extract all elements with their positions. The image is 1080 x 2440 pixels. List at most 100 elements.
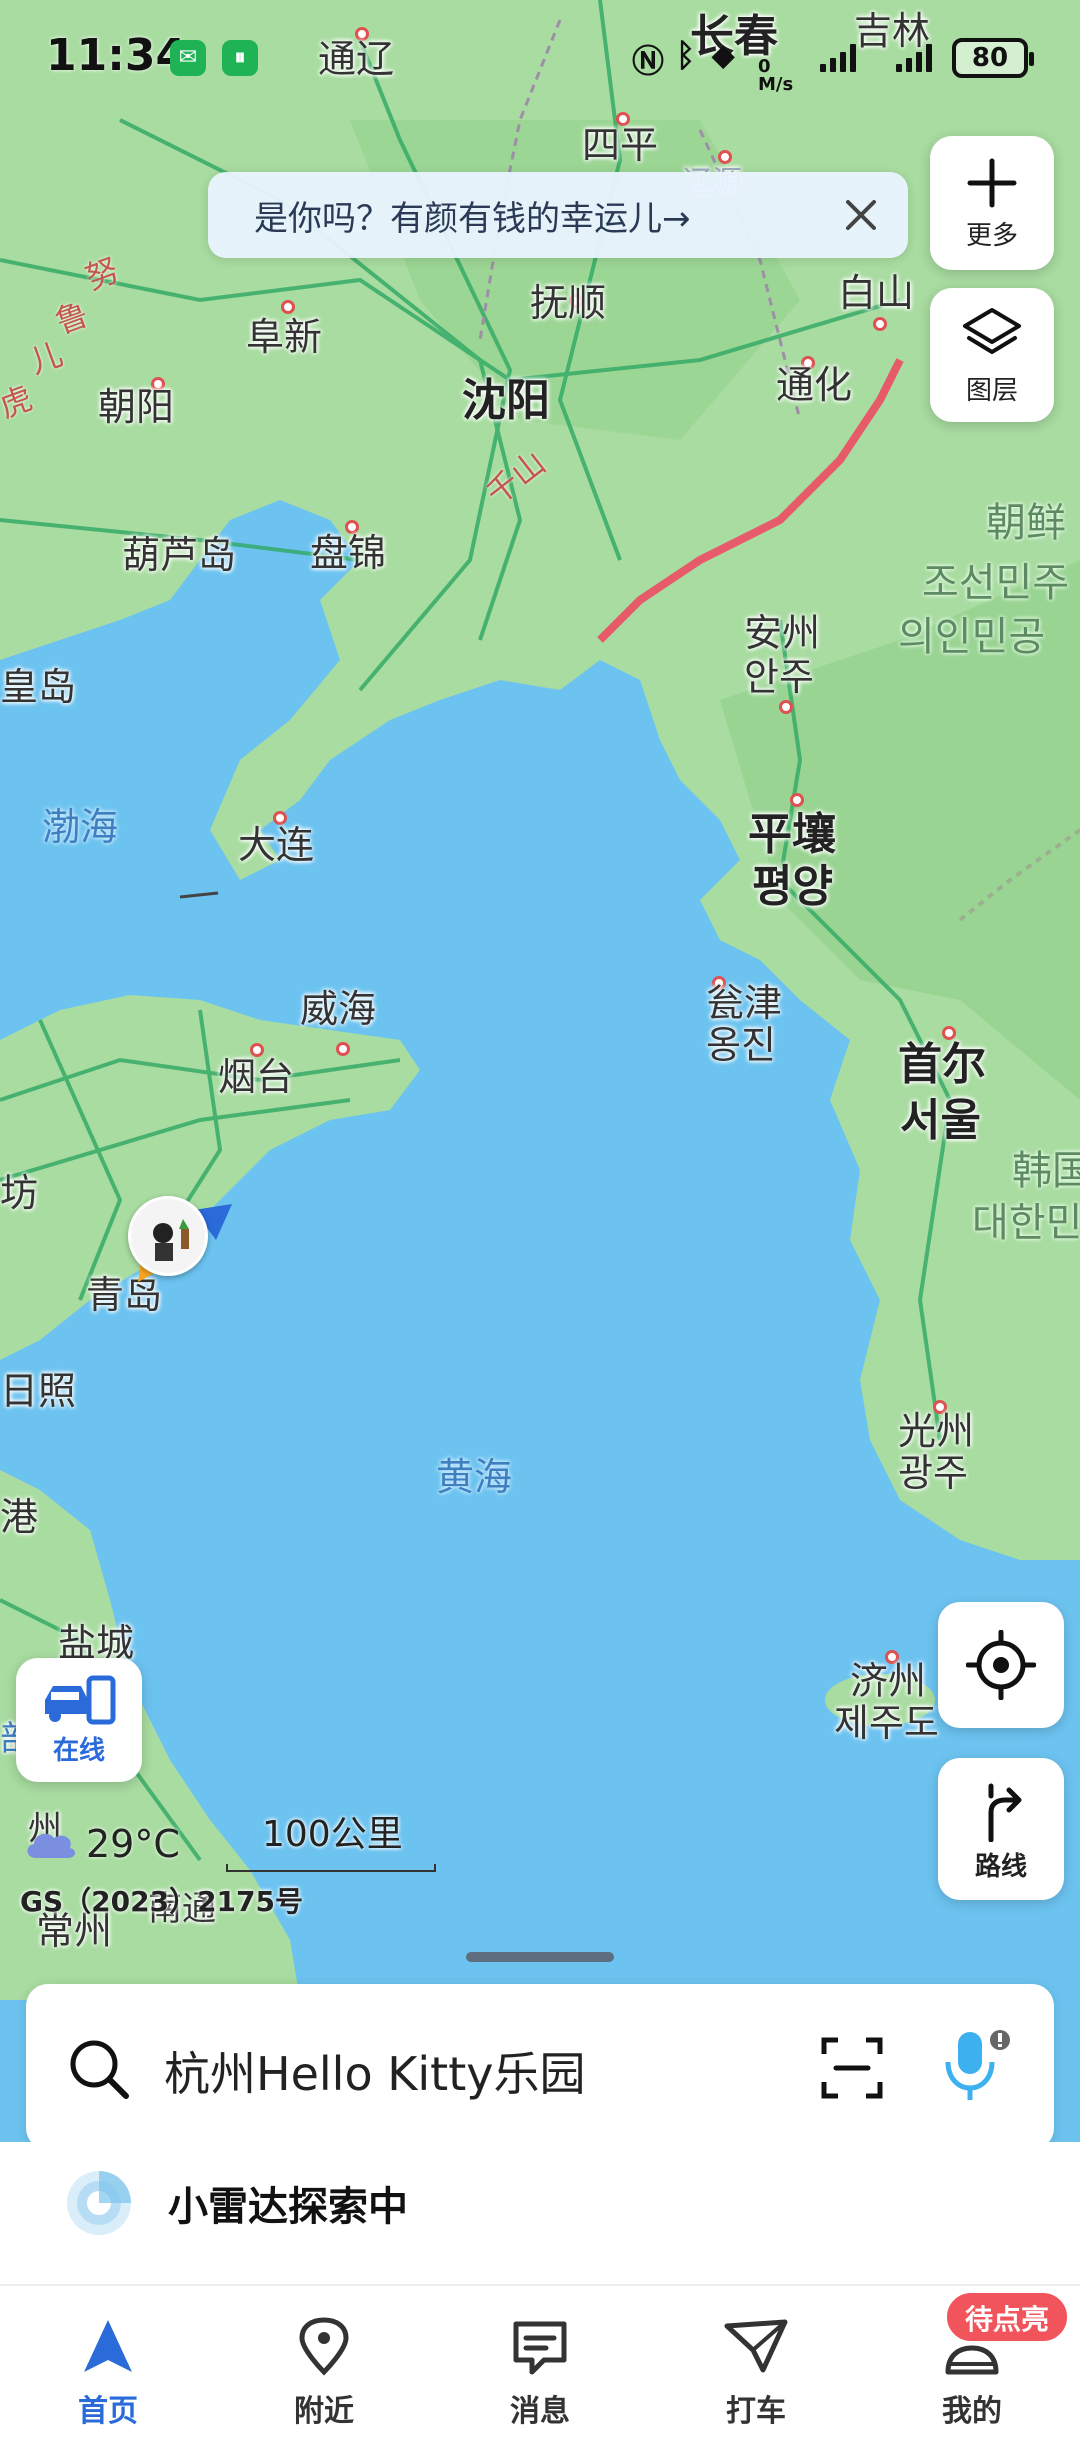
map-label-pyongyang: 平壤 [748,809,836,860]
map-label-rizhao: 日照 [0,1369,77,1413]
cloud-icon [27,1833,76,1858]
promo-text: 是你吗？有颜有钱的幸运儿→ [254,198,691,239]
signal-icon [820,44,856,72]
more-button[interactable]: 更多 [930,136,1054,270]
nav-label-messages: 消息 [510,2394,570,2429]
map-label-seoul-ko: 서울 [900,1095,981,1146]
map-label-seoul: 首尔 [898,1039,986,1090]
radar-row[interactable]: 小雷达探索中 [0,2142,1080,2292]
map-label-panjin: 盘锦 [310,531,387,575]
route-label: 路线 [974,1851,1027,1882]
map-label-jeju-ko: 제주도 [834,1701,939,1745]
city-dot [718,150,732,164]
map-label-fang: 坊 [0,1171,39,1215]
layers-icon [963,307,1021,354]
map-label-gwangju-ko: 광주 [898,1451,968,1495]
voice-mic-icon[interactable] [940,2026,1014,2106]
nfc-icon: Ⓝ [632,42,665,80]
search-input[interactable]: 杭州Hello Kitty乐园 [164,2038,585,2104]
map-label-yantai: 烟台 [218,1055,295,1099]
nav-messages[interactable]: 消息 [432,2286,648,2440]
map-label-gang: 港 [0,1495,39,1539]
nav-label-nearby: 附近 [294,2394,354,2429]
online-label: 在线 [52,1735,105,1766]
battery-indicator: 80 [952,38,1034,78]
scan-icon[interactable] [820,2036,884,2100]
nav-label-home: 首页 [78,2394,138,2429]
avatar [128,1196,208,1276]
nav-nearby[interactable]: 附近 [216,2286,432,2440]
more-label: 更多 [965,220,1018,251]
search-icon [70,2040,129,2099]
map-label-anzhou-ko: 안주 [744,655,814,699]
map-label-yellow-sea: 黄海 [436,1455,513,1499]
map-label-tonghua: 通化 [776,363,853,407]
radar-icon [67,2171,131,2235]
scale-label: 100公里 [262,1814,403,1855]
status-time: 11:34 [46,30,187,81]
map-label-weihai: 威海 [300,987,377,1031]
taxi-icon [724,2319,788,2373]
map-label-chaoyang: 朝阳 [98,385,175,429]
message-icon [513,2321,567,2375]
nav-taxi[interactable]: 打车 [648,2286,864,2440]
sheet-handle[interactable] [466,1952,614,1962]
route-button[interactable]: 路线 [938,1758,1064,1900]
route-icon [988,1783,1022,1842]
bluetooth-icon: ᛒ [676,36,696,74]
layers-label: 图层 [965,375,1018,406]
map-label-siping: 四平 [582,123,659,167]
search-bar[interactable]: 杭州Hello Kitty乐园 [26,1984,1054,2150]
map-label-dalian: 大连 [238,823,315,867]
map-label-gwangju: 光州 [898,1409,975,1453]
navigation-arrow-icon [84,2320,132,2372]
city-dot [779,700,793,714]
online-button[interactable]: 在线 [16,1658,142,1782]
city-dot [873,317,887,331]
map-approval-number: GS（2023）2175号 [20,1885,304,1918]
nav-label-mine: 我的 [942,2394,1002,2429]
location-pin-icon [299,2317,349,2376]
nav-home[interactable]: 首页 [0,2286,216,2440]
plus-icon [967,158,1017,207]
map-label-north-korea-ko2: 의인민공 [898,614,1046,660]
weather-temperature: 29°C [86,1822,180,1866]
map-label-baishan: 白山 [838,271,915,315]
map-label-anzhou: 安州 [744,611,821,655]
signal-icon-2 [896,44,932,72]
status-bar: 11:34 ✉ ⏸ Ⓝ ᛒ ⬥ 0 M/s 80 [0,0,1080,118]
city-dot [336,1042,350,1056]
map-label-south-korea-ko: 대한민 [972,1200,1080,1246]
map-label-ongjin-ko: 옹진 [706,1023,776,1067]
map-label-north-korea: 朝鲜 [986,500,1066,546]
map-label-pyongyang-ko: 평양 [752,861,833,912]
map-label-huludao: 葫芦岛 [122,533,237,577]
city-dot [281,300,295,314]
bottom-nav: 首页 附近 消息 打车 我的 [0,2284,1080,2440]
radar-text: 小雷达探索中 [168,2184,408,2230]
nav-label-taxi: 打车 [726,2394,786,2429]
map-label-fushun: 抚顺 [530,281,607,325]
location-icon: ⬥ [712,36,735,74]
map-label-shenyang: 沈阳 [462,375,550,426]
map-label-jeju: 济州 [850,1659,927,1703]
map-label-huangdao: 皇岛 [0,665,77,709]
mine-badge: 待点亮 [944,2290,1071,2344]
network-speed: 0 M/s [758,56,794,95]
promo-banner[interactable]: 是你吗？有颜有钱的幸运儿→ [208,172,908,258]
map-label-ongjin: 瓮津 [706,981,783,1025]
app-icon: ⏸ [222,40,258,76]
map-label-north-korea-ko1: 조선민주 [922,560,1070,606]
city-dot [790,793,804,807]
city-dot [942,1026,956,1040]
wechat-icon: ✉ [170,40,206,76]
map-label-bohai: 渤海 [42,805,119,849]
map-label-south-korea: 韩国 [1012,1148,1080,1194]
user-location-marker[interactable] [124,1190,234,1290]
map-label-fuxin: 阜新 [246,315,323,359]
locate-crosshair-icon [966,1630,1036,1700]
weather-widget[interactable]: 29°C [22,1822,180,1866]
close-icon[interactable] [840,194,882,236]
layers-button[interactable]: 图层 [930,288,1054,422]
locate-button[interactable] [938,1602,1064,1728]
